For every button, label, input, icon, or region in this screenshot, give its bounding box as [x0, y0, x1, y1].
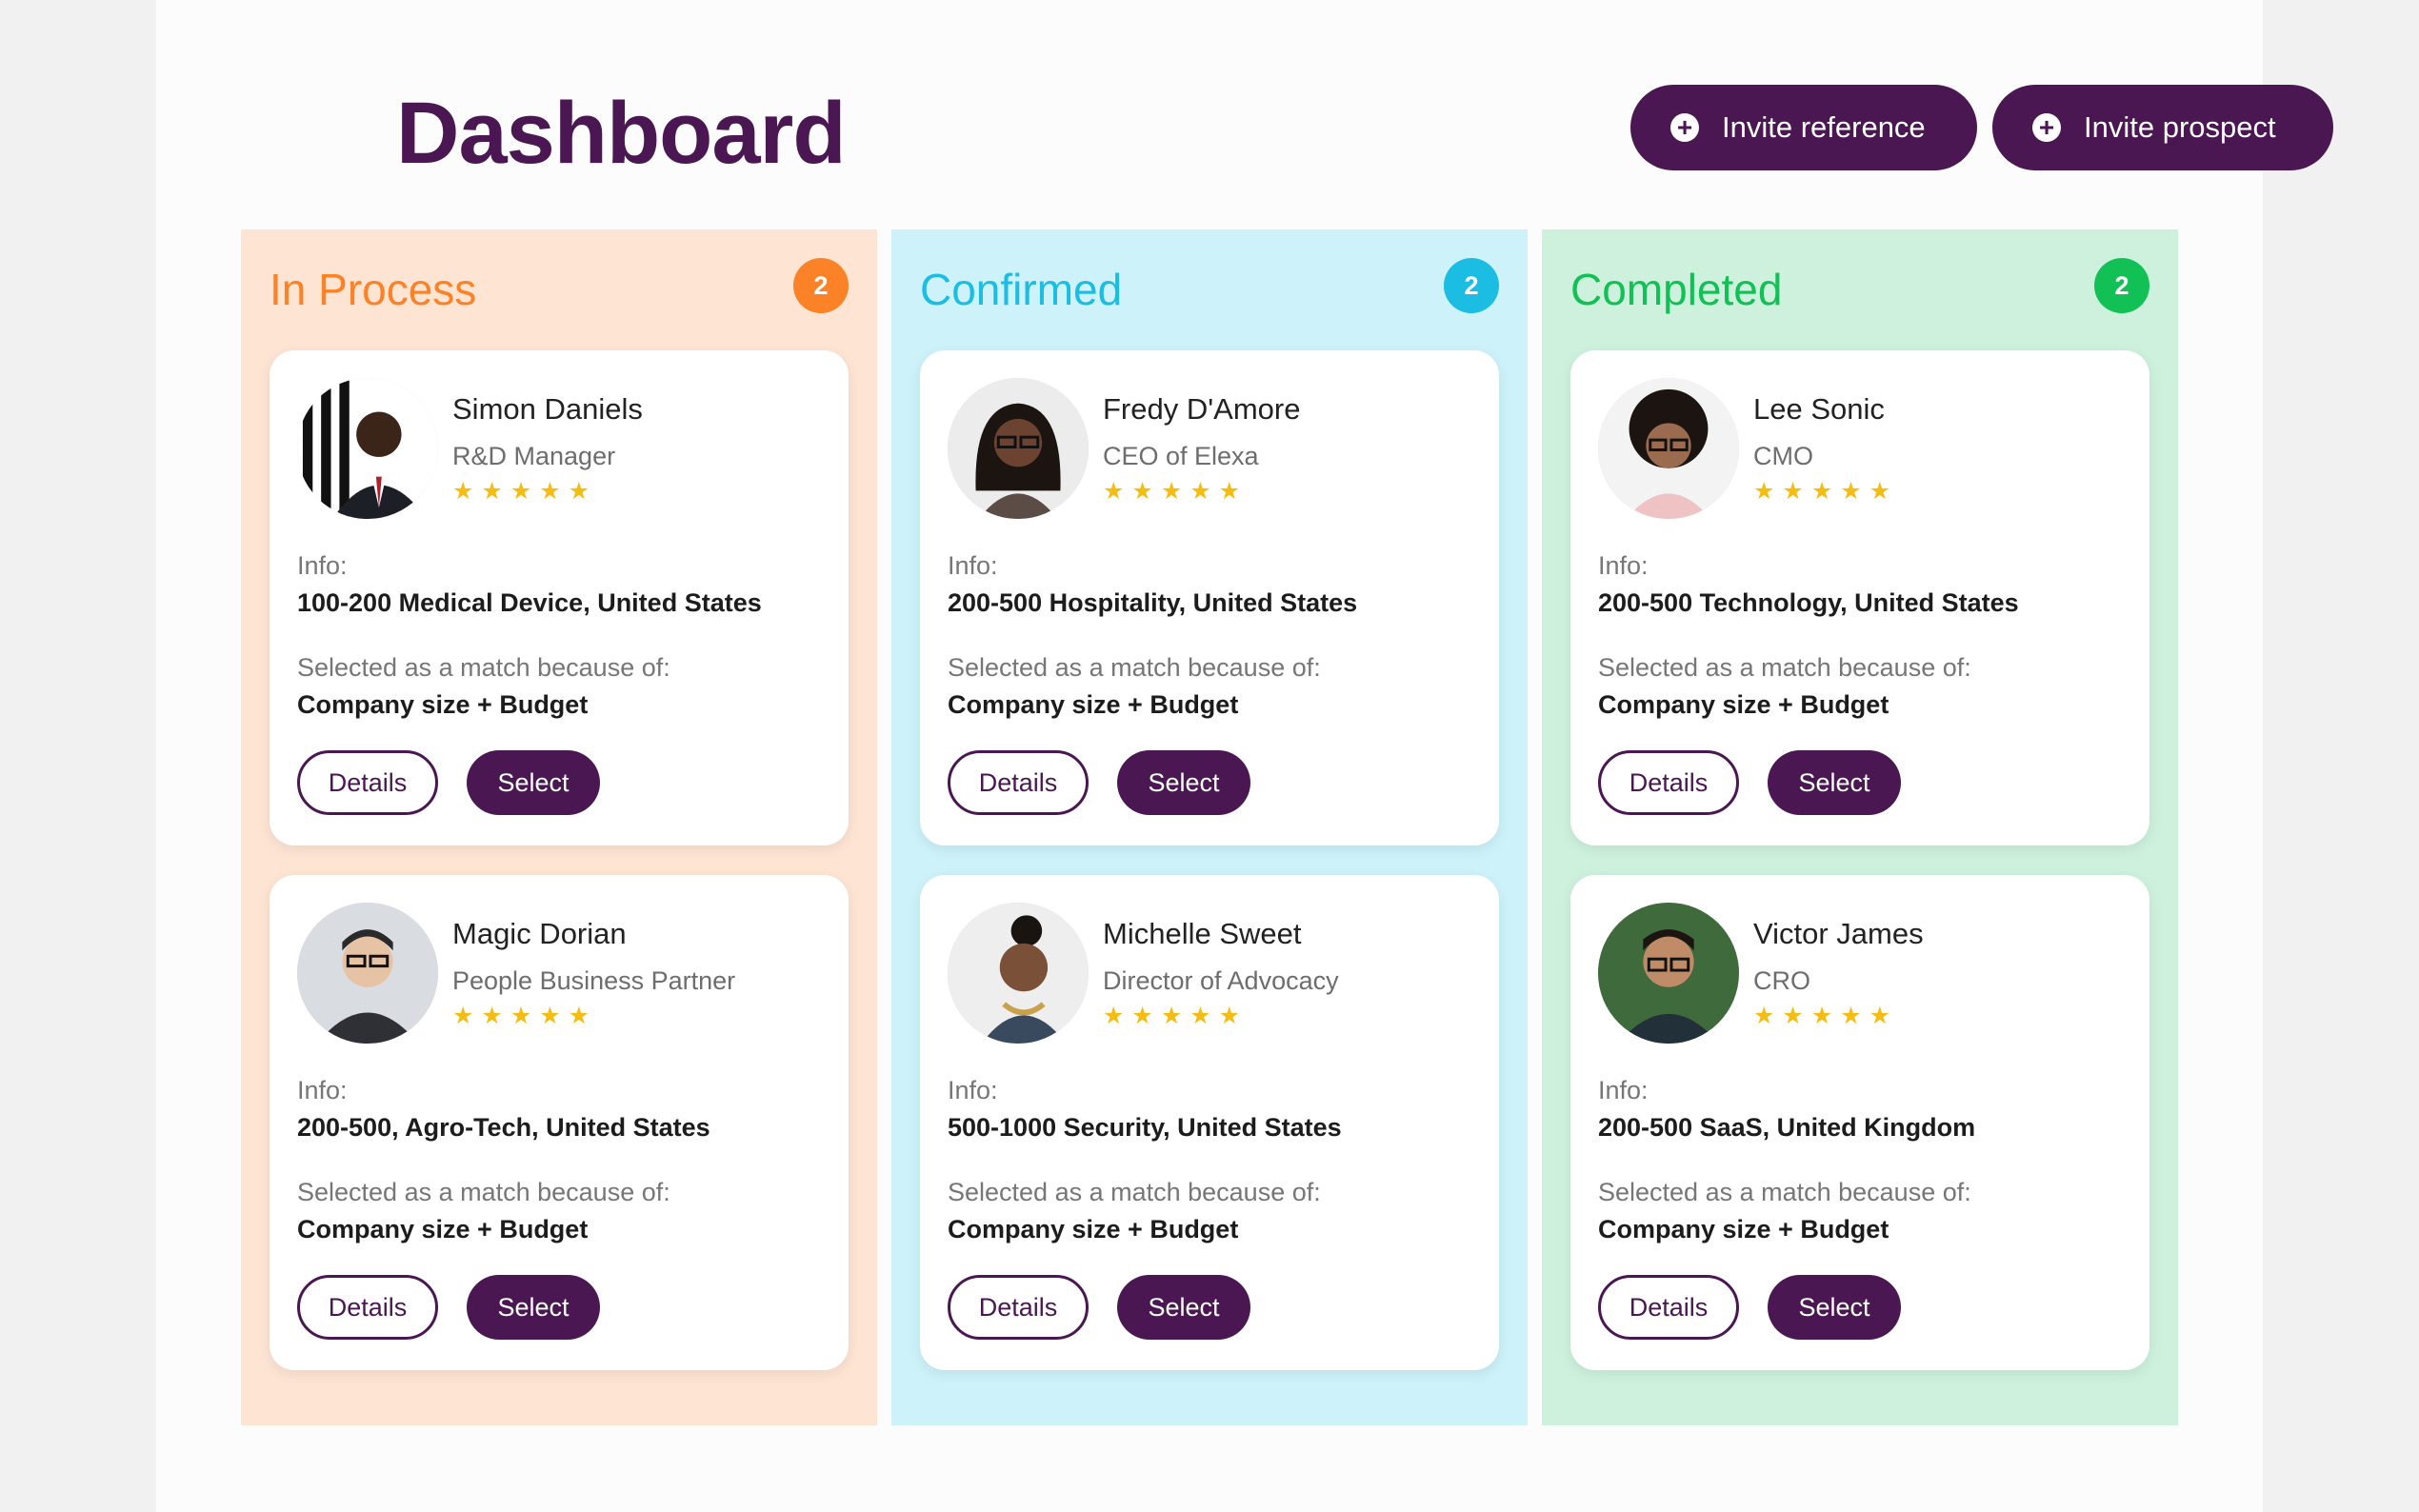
avatar	[297, 903, 438, 1044]
candidate-name: Lee Sonic	[1753, 392, 1885, 426]
column-completed: Completed 2 Lee Sonic CMO ★★★★★ Info: 20…	[1542, 229, 2178, 1425]
match-value: Company size + Budget	[1598, 690, 1889, 719]
avatar	[1598, 378, 1739, 519]
plus-circle-icon: +	[2032, 113, 2061, 142]
candidate-card: Simon Daniels R&D Manager ★★★★★ Info: 10…	[270, 350, 849, 846]
details-button[interactable]: Details	[297, 1275, 438, 1340]
candidate-role: CMO	[1753, 442, 1813, 470]
info-label: Info:	[948, 551, 998, 580]
candidate-name: Michelle Sweet	[1103, 917, 1302, 950]
select-button[interactable]: Select	[1768, 1275, 1901, 1340]
candidate-role: Director of Advocacy	[1103, 966, 1339, 995]
candidate-card: Victor James CRO ★★★★★ Info: 200-500 Saa…	[1570, 875, 2149, 1370]
candidate-role: CRO	[1753, 966, 1810, 995]
match-value: Company size + Budget	[948, 1215, 1239, 1243]
info-label: Info:	[297, 551, 348, 580]
match-label: Selected as a match because of:	[1598, 653, 1971, 682]
select-button[interactable]: Select	[1117, 1275, 1250, 1340]
invite-prospect-label: Invite prospect	[2084, 110, 2276, 144]
match-label: Selected as a match because of:	[297, 1178, 670, 1206]
details-button[interactable]: Details	[1598, 750, 1739, 815]
star-rating: ★★★★★	[452, 478, 598, 505]
candidate-card: Lee Sonic CMO ★★★★★ Info: 200-500 Techno…	[1570, 350, 2149, 846]
candidate-card: Michelle Sweet Director of Advocacy ★★★★…	[920, 875, 1499, 1370]
star-rating: ★★★★★	[1103, 1003, 1249, 1029]
candidate-role: People Business Partner	[452, 966, 736, 995]
column-title: Confirmed	[920, 265, 1123, 314]
info-label: Info:	[948, 1076, 998, 1104]
match-label: Selected as a match because of:	[297, 653, 670, 682]
select-button[interactable]: Select	[467, 750, 600, 815]
star-rating: ★★★★★	[1103, 478, 1249, 505]
details-button[interactable]: Details	[948, 750, 1089, 815]
details-button[interactable]: Details	[297, 750, 438, 815]
details-button[interactable]: Details	[948, 1275, 1089, 1340]
avatar	[297, 378, 438, 519]
info-label: Info:	[1598, 1076, 1649, 1104]
avatar	[948, 378, 1089, 519]
select-button[interactable]: Select	[1117, 750, 1250, 815]
invite-reference-label: Invite reference	[1722, 110, 1926, 144]
count-badge: 2	[793, 258, 849, 313]
info-value: 200-500 Hospitality, United States	[948, 588, 1358, 617]
candidate-card: Magic Dorian People Business Partner ★★★…	[270, 875, 849, 1370]
count-badge: 2	[2094, 258, 2149, 313]
candidate-name: Simon Daniels	[452, 392, 643, 426]
count-badge: 2	[1444, 258, 1499, 313]
column-confirmed: Confirmed 2 Fredy D'Amore CEO of Elexa ★…	[891, 229, 1528, 1425]
candidate-name: Victor James	[1753, 917, 1924, 950]
info-label: Info:	[1598, 551, 1649, 580]
invite-prospect-button[interactable]: + Invite prospect	[1992, 85, 2333, 170]
match-label: Selected as a match because of:	[1598, 1178, 1971, 1206]
match-value: Company size + Budget	[948, 690, 1239, 719]
candidate-role: CEO of Elexa	[1103, 442, 1259, 470]
star-rating: ★★★★★	[1753, 478, 1899, 505]
column-in-process: In Process 2 Simon Daniels R&D Manager ★…	[241, 229, 877, 1425]
dashboard-panel: Dashboard + Invite reference + Invite pr…	[156, 0, 2333, 1512]
star-rating: ★★★★★	[1753, 1003, 1899, 1029]
star-rating: ★★★★★	[452, 1003, 598, 1029]
candidate-card: Fredy D'Amore CEO of Elexa ★★★★★ Info: 2…	[920, 350, 1499, 846]
match-value: Company size + Budget	[1598, 1215, 1889, 1243]
info-value: 200-500 Technology, United States	[1598, 588, 2019, 617]
plus-circle-icon: +	[1670, 113, 1699, 142]
column-title: Completed	[1570, 265, 1783, 314]
match-value: Company size + Budget	[297, 690, 589, 719]
candidate-name: Fredy D'Amore	[1103, 392, 1301, 426]
match-value: Company size + Budget	[297, 1215, 589, 1243]
details-button[interactable]: Details	[1598, 1275, 1739, 1340]
select-button[interactable]: Select	[467, 1275, 600, 1340]
select-button[interactable]: Select	[1768, 750, 1901, 815]
info-value: 500-1000 Security, United States	[948, 1113, 1342, 1142]
candidate-name: Magic Dorian	[452, 917, 627, 950]
info-value: 200-500 SaaS, United Kingdom	[1598, 1113, 1976, 1142]
avatar	[1598, 903, 1739, 1044]
page-title: Dashboard	[396, 85, 847, 182]
match-label: Selected as a match because of:	[948, 653, 1321, 682]
invite-reference-button[interactable]: + Invite reference	[1630, 85, 1977, 170]
avatar	[948, 903, 1089, 1044]
candidate-role: R&D Manager	[452, 442, 616, 470]
info-value: 100-200 Medical Device, United States	[297, 588, 762, 617]
column-title: In Process	[270, 265, 477, 314]
info-label: Info:	[297, 1076, 348, 1104]
info-value: 200-500, Agro-Tech, United States	[297, 1113, 710, 1142]
match-label: Selected as a match because of:	[948, 1178, 1321, 1206]
